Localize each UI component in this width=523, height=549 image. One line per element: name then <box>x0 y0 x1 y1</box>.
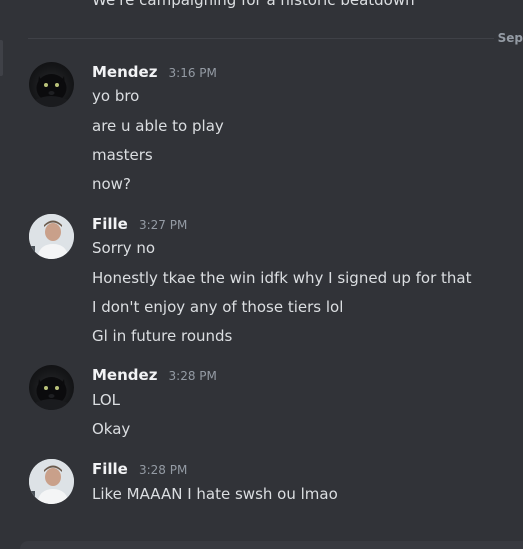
scroll-edge <box>0 40 3 76</box>
message-text: LOL <box>92 391 120 409</box>
timestamp[interactable]: 3:16 PM <box>169 66 217 80</box>
person-icon <box>29 459 74 504</box>
panther-icon <box>35 377 68 410</box>
message-text: masters <box>92 146 153 164</box>
avatar[interactable] <box>29 459 74 504</box>
username[interactable]: Fille <box>92 215 128 233</box>
chat-message-list[interactable]: We're campaigning for a historic beatdow… <box>0 0 523 549</box>
avatar[interactable] <box>29 365 74 410</box>
message-text: now? <box>92 175 131 193</box>
timestamp[interactable]: 3:28 PM <box>169 369 217 383</box>
username[interactable]: Mendez <box>92 366 157 384</box>
date-divider-label: Sep <box>493 30 523 46</box>
message-header: Fille 3:28 PM <box>92 459 187 479</box>
message-text: Sorry no <box>92 239 156 257</box>
message-text: Like MAAAN I hate swsh ou lmao <box>92 485 338 503</box>
date-divider <box>28 38 523 39</box>
message-text: are u able to play <box>92 117 224 135</box>
username[interactable]: Mendez <box>92 63 157 81</box>
message-composer[interactable] <box>20 541 523 549</box>
message-text: Okay <box>92 420 131 438</box>
panther-icon <box>35 74 68 107</box>
timestamp[interactable]: 3:28 PM <box>139 463 187 477</box>
username[interactable]: Fille <box>92 460 128 478</box>
message-text: yo bro <box>92 87 140 105</box>
person-icon <box>29 214 74 259</box>
avatar[interactable] <box>29 214 74 259</box>
previous-message-line: We're campaigning for a historic beatdow… <box>92 0 415 9</box>
message-text: Gl in future rounds <box>92 327 233 345</box>
timestamp[interactable]: 3:27 PM <box>139 218 187 232</box>
message-text: I don't enjoy any of those tiers lol <box>92 298 344 316</box>
avatar[interactable] <box>29 62 74 107</box>
message-text: Honestly tkae the win idfk why I signed … <box>92 269 472 287</box>
message-header: Fille 3:27 PM <box>92 214 187 234</box>
message-header: Mendez 3:28 PM <box>92 365 217 385</box>
message-header: Mendez 3:16 PM <box>92 62 217 82</box>
